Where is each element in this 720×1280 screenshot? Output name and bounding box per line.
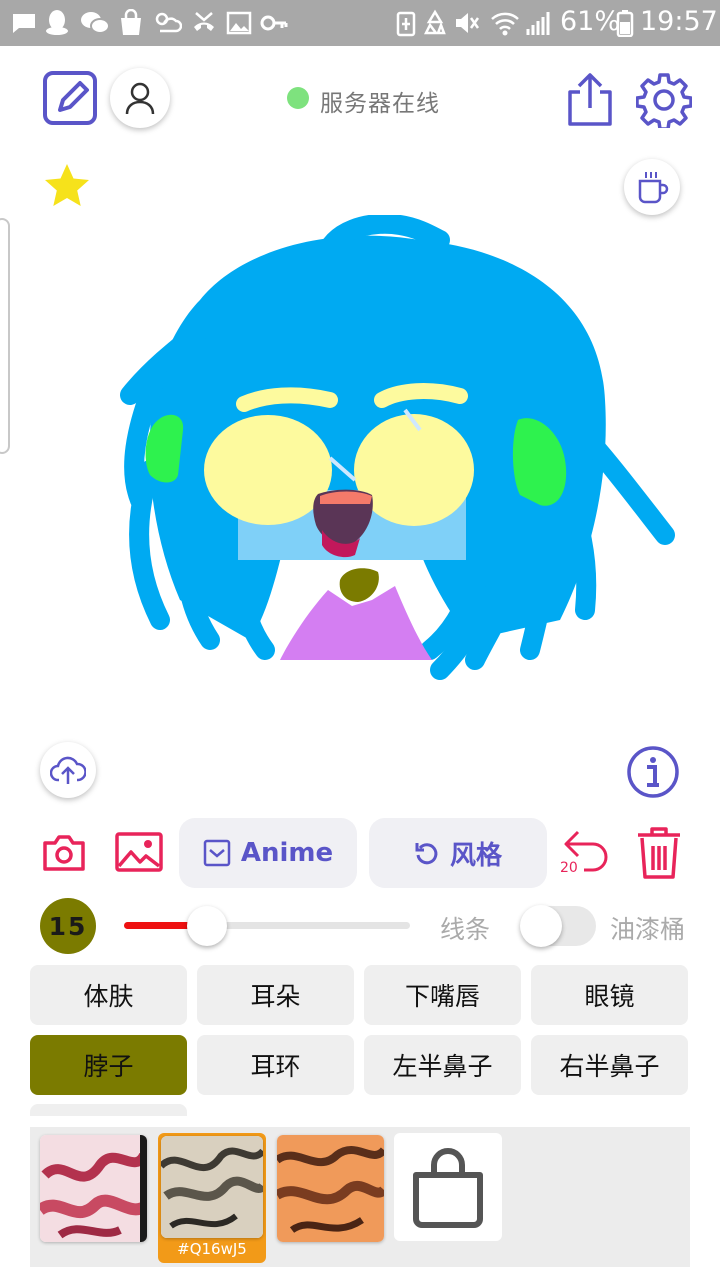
texture-shop-button[interactable] <box>394 1133 502 1241</box>
brush-size-slider[interactable] <box>124 922 410 929</box>
part-button[interactable]: 眼镜 <box>531 965 688 1025</box>
mode-bucket-label: 油漆桶 <box>610 915 686 944</box>
texture-pattern-gray <box>161 1136 263 1238</box>
recycle-icon <box>423 9 446 35</box>
battery-saver-icon <box>396 11 416 37</box>
key-icon <box>260 15 288 31</box>
settings-gear-icon[interactable] <box>636 72 692 128</box>
info-icon[interactable] <box>626 745 680 799</box>
anime-label: Anime <box>240 838 334 868</box>
checkbox-square-icon <box>203 839 231 867</box>
coffee-cup-icon <box>638 172 669 204</box>
server-status-text: 服务器在线 <box>320 91 440 117</box>
account-button[interactable] <box>110 68 170 128</box>
drawing-canvas[interactable] <box>110 215 690 695</box>
shopping-bag-icon <box>413 1148 483 1228</box>
mute-icon <box>456 13 480 33</box>
cloud-upload-icon <box>50 756 86 784</box>
neck <box>339 568 379 602</box>
weather-icon <box>155 12 182 33</box>
brush-size-badge: 15 <box>40 898 96 954</box>
texture-pattern-red <box>40 1135 147 1242</box>
texture-pattern-orange <box>277 1135 384 1242</box>
camera-icon[interactable] <box>42 834 86 872</box>
bucket-toggle-knob[interactable] <box>520 905 562 947</box>
clock: 19:57 <box>640 6 718 37</box>
texture-thumbnail[interactable] <box>40 1135 147 1242</box>
user-icon <box>125 82 155 115</box>
brush-size-slider-thumb[interactable] <box>186 906 227 946</box>
part-button-selected[interactable]: 脖子 <box>30 1035 187 1095</box>
anime-model-button[interactable]: Anime <box>179 818 357 888</box>
side-drawer-handle[interactable] <box>0 218 10 454</box>
texture-thumbnail-selected[interactable] <box>161 1136 263 1238</box>
texture-thumbnail[interactable] <box>277 1135 384 1242</box>
signal-icon <box>526 12 550 35</box>
upload-button[interactable] <box>40 742 96 798</box>
part-button[interactable]: 左半鼻子 <box>364 1035 521 1095</box>
share-icon[interactable] <box>566 72 614 128</box>
part-button[interactable]: 下嘴唇 <box>364 965 521 1025</box>
qq-icon <box>46 10 68 35</box>
undo-count: 20 <box>560 860 578 876</box>
status-bar: 61% 19:57 <box>0 0 720 46</box>
favorite-star-icon[interactable] <box>42 162 92 210</box>
wifi-icon <box>491 12 519 36</box>
coffee-button[interactable] <box>624 159 680 215</box>
rotate-icon <box>415 843 438 865</box>
server-status-dot <box>287 87 309 109</box>
gallery-image-icon[interactable] <box>115 832 163 872</box>
bag-icon <box>121 9 141 35</box>
edit-drawing-icon[interactable] <box>42 70 98 126</box>
undo-button[interactable]: 20 <box>558 826 616 878</box>
trash-icon[interactable] <box>636 826 682 880</box>
part-button[interactable]: 体肤 <box>30 965 187 1025</box>
part-button[interactable]: 耳朵 <box>197 965 354 1025</box>
part-button-partial[interactable] <box>30 1104 187 1116</box>
part-button[interactable]: 右半鼻子 <box>531 1035 688 1095</box>
style-label: 风格 <box>449 840 502 871</box>
mode-line-label: 线条 <box>440 915 491 944</box>
battery-percent: 61% <box>560 6 621 37</box>
part-button[interactable]: 耳环 <box>197 1035 354 1095</box>
message-icon <box>13 14 35 33</box>
style-button[interactable]: 风格 <box>369 818 547 888</box>
image-icon <box>226 11 252 35</box>
wechat-icon <box>81 12 110 34</box>
battery-icon <box>616 10 634 37</box>
missed-call-icon <box>194 12 214 31</box>
texture-code: #Q16wJ5 <box>177 1240 247 1258</box>
